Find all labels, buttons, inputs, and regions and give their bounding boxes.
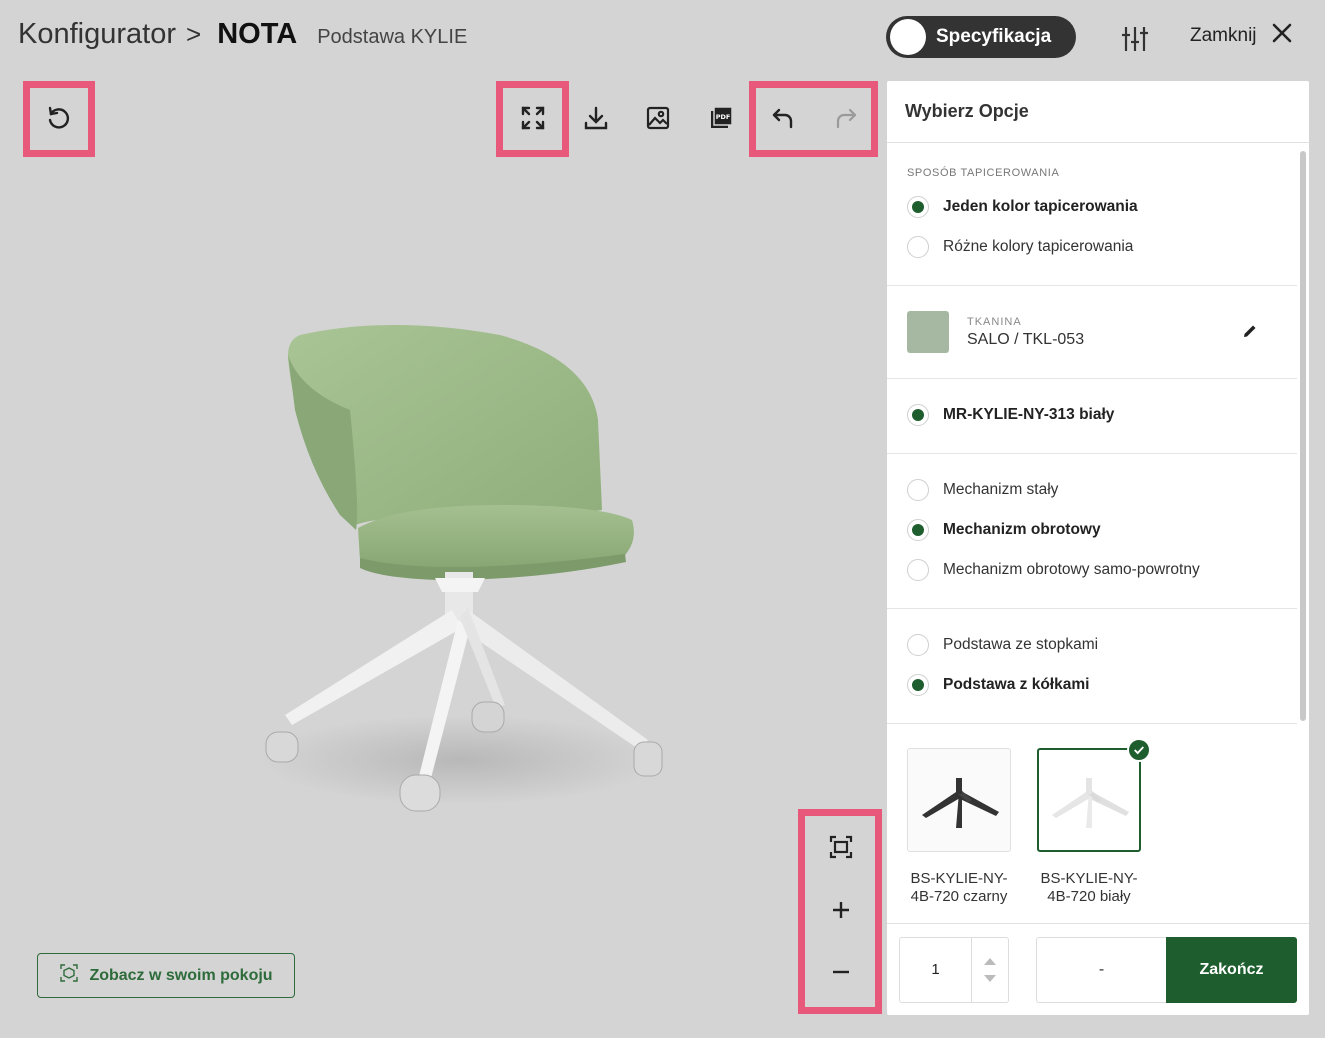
base-option-glides[interactable]: Podstawa ze stopkami <box>907 625 1277 665</box>
upholstery-option-multi[interactable]: Różne kolory tapicerowania <box>907 227 1277 267</box>
option-label: Podstawa z kółkami <box>943 676 1090 693</box>
undo-button[interactable] <box>763 100 803 140</box>
redo-icon <box>833 105 859 136</box>
quantity-stepper[interactable]: 1 <box>899 936 1009 1003</box>
upholstery-section: SPOSÓB TAPICEROWANIA Jeden kolor tapicer… <box>887 143 1297 286</box>
base-thumbnail <box>1037 748 1141 852</box>
radio-selected[interactable] <box>907 404 929 426</box>
base-name: BS-KYLIE-NY-4B-720 biały <box>1040 870 1138 905</box>
fabric-section: TKANINA SALO / TKL-053 <box>887 286 1297 379</box>
fabric-value: SALO / TKL-053 <box>967 330 1085 348</box>
specification-toggle-label: Specyfikacja <box>936 26 1052 47</box>
product-variant: Podstawa KYLIE <box>317 26 468 48</box>
options-panel: Wybierz Opcje SPOSÓB TAPICEROWANIA Jeden… <box>887 81 1309 1015</box>
minus-icon <box>829 960 853 989</box>
specification-toggle[interactable]: Specyfikacja <box>886 16 1076 58</box>
upholstery-label: SPOSÓB TAPICEROWANIA <box>907 167 1060 179</box>
fabric-selector[interactable]: TKANINA SALO / TKL-053 <box>907 286 1277 378</box>
zoom-in-button[interactable] <box>818 889 864 935</box>
reset-icon <box>46 105 72 136</box>
redo-button[interactable] <box>826 100 866 140</box>
breadcrumb-root[interactable]: Konfigurator <box>18 18 176 51</box>
fit-to-screen-icon <box>829 835 853 864</box>
base-type-section: Podstawa ze stopkami Podstawa z kółkami <box>887 609 1297 724</box>
option-label: MR-KYLIE-NY-313 biały <box>943 406 1115 423</box>
base-color-section: BS-KYLIE-NY-4B-720 czarny BS-KYLIE-NY-4B… <box>887 724 1297 916</box>
base-card-black[interactable]: BS-KYLIE-NY-4B-720 czarny <box>907 748 1011 906</box>
image-export-button[interactable] <box>638 100 678 140</box>
toggle-knob <box>890 19 926 55</box>
close-icon <box>1271 22 1293 50</box>
fabric-label: TKANINA <box>967 315 1022 328</box>
svg-text:PDF: PDF <box>716 113 731 121</box>
panel-scrollbar[interactable] <box>1300 151 1306 721</box>
option-label: Jeden kolor tapicerowania <box>943 198 1138 215</box>
fullscreen-icon <box>520 105 546 136</box>
base-name: BS-KYLIE-NY-4B-720 czarny <box>910 870 1008 905</box>
price-display: - <box>1036 936 1166 1003</box>
view-in-room-button[interactable]: Zobacz w swoim pokoju <box>37 953 295 998</box>
option-label: Mechanizm obrotowy samo-powrotny <box>943 561 1200 578</box>
mechanism-option-swivel[interactable]: Mechanizm obrotowy <box>907 510 1277 550</box>
radio-selected[interactable] <box>907 196 929 218</box>
finish-button[interactable]: Zakończ <box>1166 936 1297 1003</box>
increment-arrow-icon[interactable] <box>984 957 996 965</box>
panel-footer: 1 - Zakończ <box>887 923 1309 1015</box>
radio-selected[interactable] <box>907 674 929 696</box>
base-option-castors[interactable]: Podstawa z kółkami <box>907 665 1277 705</box>
option-label: Mechanizm obrotowy <box>943 521 1101 538</box>
radio-unselected[interactable] <box>907 479 929 501</box>
decrement-arrow-icon[interactable] <box>984 974 996 982</box>
mechanism-option-self-return[interactable]: Mechanizm obrotowy samo-powrotny <box>907 550 1277 590</box>
undo-icon <box>770 105 796 136</box>
radio-unselected[interactable] <box>907 559 929 581</box>
shell-section: MR-KYLIE-NY-313 biały <box>887 379 1297 454</box>
quantity-input[interactable]: 1 <box>900 937 972 1002</box>
option-label: Różne kolory tapicerowania <box>943 238 1134 255</box>
sliders-icon[interactable] <box>1120 24 1150 54</box>
close-button[interactable]: Zamknij <box>1190 22 1293 50</box>
close-label: Zamknij <box>1190 25 1257 46</box>
shell-option[interactable]: MR-KYLIE-NY-313 biały <box>907 395 1277 435</box>
upholstery-option-single[interactable]: Jeden kolor tapicerowania <box>907 187 1277 227</box>
chair-3d-view[interactable] <box>240 310 690 830</box>
plus-icon <box>829 898 853 927</box>
view-in-room-label: Zobacz w swoim pokoju <box>89 966 273 984</box>
product-title: NOTA <box>217 18 298 50</box>
breadcrumb: Konfigurator > NOTA Podstawa KYLIE <box>18 18 467 58</box>
breadcrumb-separator: > <box>186 19 202 49</box>
zoom-out-button[interactable] <box>818 951 864 997</box>
base-thumbnail <box>907 748 1011 852</box>
radio-unselected[interactable] <box>907 634 929 656</box>
options-scroll-area[interactable]: SPOSÓB TAPICEROWANIA Jeden kolor tapicer… <box>887 143 1309 923</box>
download-icon <box>583 105 609 136</box>
radio-unselected[interactable] <box>907 236 929 258</box>
reset-view-button[interactable] <box>39 100 79 140</box>
pdf-export-button[interactable]: PDF <box>701 100 741 140</box>
mechanism-section: Mechanizm stały Mechanizm obrotowy Mecha… <box>887 454 1297 609</box>
fullscreen-button[interactable] <box>513 100 553 140</box>
radio-selected[interactable] <box>907 519 929 541</box>
panel-title: Wybierz Opcje <box>887 81 1309 143</box>
fabric-swatch <box>907 311 949 353</box>
base-card-white[interactable]: BS-KYLIE-NY-4B-720 biały <box>1037 738 1151 906</box>
pencil-icon[interactable] <box>1241 322 1259 340</box>
image-icon <box>645 105 671 136</box>
chair-image <box>260 325 663 812</box>
option-label: Mechanizm stały <box>943 481 1059 498</box>
checkmark-icon <box>1127 738 1151 762</box>
pdf-icon: PDF <box>708 105 734 136</box>
option-label: Podstawa ze stopkami <box>943 636 1099 653</box>
download-button[interactable] <box>576 100 616 140</box>
fit-view-button[interactable] <box>818 826 864 872</box>
ar-cube-icon <box>59 963 79 988</box>
mechanism-option-fixed[interactable]: Mechanizm stały <box>907 470 1277 510</box>
